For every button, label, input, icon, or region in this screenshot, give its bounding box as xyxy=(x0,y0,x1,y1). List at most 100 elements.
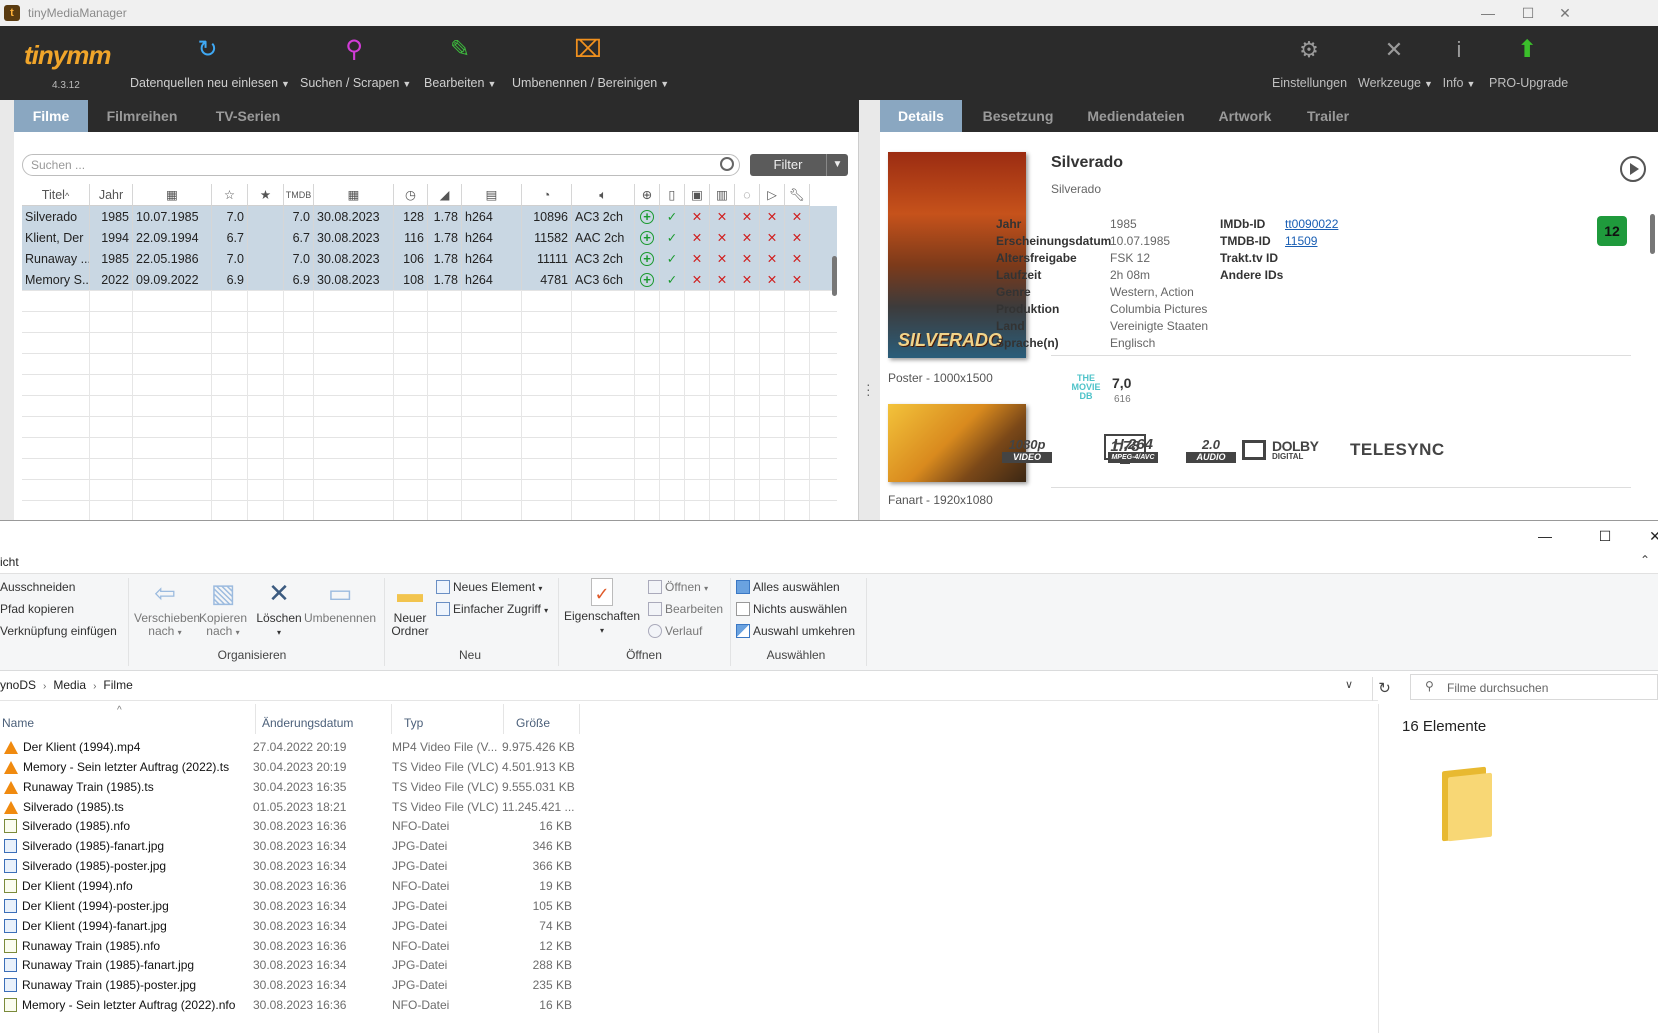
rename-button[interactable]: ▭ Umbenennen xyxy=(304,578,376,625)
column-year[interactable]: Jahr xyxy=(90,184,133,206)
ribbon-collapse-icon[interactable]: ⌃ xyxy=(1640,553,1650,567)
column-name[interactable]: Name xyxy=(0,704,256,734)
open-button[interactable]: Öffnen ▾ xyxy=(648,580,708,594)
cell-year xyxy=(90,479,133,501)
ribbon-tab-view[interactable]: icht xyxy=(0,555,19,569)
folder-search-input[interactable]: ⚲ Filme durchsuchen xyxy=(1410,674,1658,700)
tab-movies[interactable]: Filme xyxy=(14,100,88,140)
paste-shortcut-button[interactable]: Verknüpfung einfügen xyxy=(0,624,117,638)
tools-button[interactable]: ✕ Werkzeuge ▼ xyxy=(1358,34,1433,90)
column-aspect-ratio[interactable]: ◢ xyxy=(428,184,462,206)
close-button[interactable]: ✕ xyxy=(1555,3,1575,23)
movie-row[interactable]: Klient, Der 1994 22.09.1994 6.7 6.7 30.08.202… xyxy=(22,227,837,249)
breadcrumb-item[interactable]: Filme xyxy=(103,678,132,692)
column-watched[interactable]: ▷ xyxy=(760,184,785,206)
file-row[interactable]: Runaway Train (1985).nfo 30.08.2023 16:36… xyxy=(0,936,580,956)
minimize-button[interactable]: — xyxy=(1530,525,1560,547)
new-folder-button[interactable]: ▬ Neuer Ordner xyxy=(388,578,432,638)
maximize-button[interactable]: ☐ xyxy=(1590,525,1620,547)
movie-row[interactable]: Runaway ... 1985 22.05.1986 7.0 7.0 30.08.202… xyxy=(22,248,837,270)
file-row[interactable]: Silverado (1985)-fanart.jpg 30.08.2023 16… xyxy=(0,836,580,856)
column-nfo[interactable]: ▯ xyxy=(660,184,685,206)
id-link[interactable]: tt0090022 xyxy=(1285,217,1338,231)
tab-artwork[interactable]: Artwork xyxy=(1208,100,1282,132)
update-sources-button[interactable]: ↻ Datenquellen neu einlesen ▼ xyxy=(130,34,290,90)
copy-to-button[interactable]: ▧ Kopieren nach ▾ xyxy=(196,578,250,639)
address-bar[interactable]: ynoDS › Media › Filme ∨ xyxy=(0,671,1378,701)
column-new[interactable]: ⊕ xyxy=(635,184,660,206)
refresh-button[interactable]: ↻ xyxy=(1372,677,1396,701)
tab-movie-sets[interactable]: Filmreihen xyxy=(98,100,186,132)
play-button[interactable] xyxy=(1620,156,1646,182)
column-bitrate[interactable]: ◔ xyxy=(522,184,572,206)
column-rating[interactable]: ☆ xyxy=(212,184,248,206)
file-date: 30.08.2023 16:34 xyxy=(253,958,347,973)
breadcrumb-item[interactable]: Media xyxy=(53,678,86,692)
tab-media-files[interactable]: Mediendateien xyxy=(1076,100,1196,132)
column-release-date[interactable]: ▦ xyxy=(133,184,212,206)
movie-table-scrollbar[interactable] xyxy=(832,256,837,296)
file-row[interactable]: Memory - Sein letzter Auftrag (2022).nfo… xyxy=(0,995,580,1015)
properties-button[interactable]: ✓ Eigenschaften ▾ xyxy=(564,578,640,637)
pro-upgrade-button[interactable]: ⬆ PRO-Upgrade xyxy=(1489,34,1568,90)
close-button[interactable]: ✕ xyxy=(1640,525,1658,547)
cut-button[interactable]: Ausschneiden xyxy=(0,580,75,594)
tab-trailer[interactable]: Trailer xyxy=(1294,100,1362,132)
column-user-rating[interactable]: ★ xyxy=(248,184,284,206)
column-subtitles[interactable]: ◌ xyxy=(735,184,760,206)
tab-cast[interactable]: Besetzung xyxy=(974,100,1062,132)
details-scrollbar[interactable] xyxy=(1650,214,1655,254)
breadcrumb-item[interactable]: ynoDS xyxy=(0,678,36,692)
file-row[interactable]: Silverado (1985).ts 01.05.2023 18:21 TS Vi… xyxy=(0,797,580,817)
column-type[interactable]: Typ xyxy=(392,704,504,734)
file-row[interactable]: Der Klient (1994)-poster.jpg 30.08.2023 1… xyxy=(0,896,580,916)
filter-dropdown-button[interactable]: ▼ xyxy=(826,154,848,176)
address-dropdown-icon[interactable]: ∨ xyxy=(1345,678,1353,691)
delete-button[interactable]: ✕ Löschen ▾ xyxy=(256,578,302,639)
search-scrape-button[interactable]: ⚲ Suchen / Scrapen ▼ xyxy=(300,34,411,90)
minimize-button[interactable]: — xyxy=(1478,3,1498,23)
file-row[interactable]: Der Klient (1994)-fanart.jpg 30.08.2023 1… xyxy=(0,916,580,936)
select-none-button[interactable]: Nichts auswählen xyxy=(736,602,847,616)
select-all-button[interactable]: Alles auswählen xyxy=(736,580,840,594)
column-tmdb[interactable]: TMDB xyxy=(284,184,314,206)
maximize-button[interactable]: ☐ xyxy=(1518,3,1538,23)
file-row[interactable]: Runaway Train (1985).ts 30.04.2023 16:35 T… xyxy=(0,777,580,797)
column-size[interactable]: Größe xyxy=(504,704,580,734)
settings-button[interactable]: ⚙ Einstellungen xyxy=(1272,34,1347,90)
movie-row[interactable]: Memory S... 2022 09.09.2022 6.9 6.9 30.08.202… xyxy=(22,269,837,291)
easy-access-button[interactable]: Einfacher Zugriff ▾ xyxy=(436,602,548,616)
splitter-handle-icon[interactable]: · · · xyxy=(866,377,871,401)
id-link[interactable]: 11509 xyxy=(1285,234,1317,248)
column-title[interactable]: Titel^ xyxy=(22,184,90,206)
edit-file-button[interactable]: Bearbeiten xyxy=(648,602,723,616)
column-codec[interactable]: ▤ xyxy=(462,184,522,206)
info-button[interactable]: i Info ▼ xyxy=(1441,34,1477,90)
file-row[interactable]: Der Klient (1994).mp4 27.04.2022 20:19 MP4… xyxy=(0,737,580,757)
file-row[interactable]: Runaway Train (1985)-fanart.jpg 30.08.202… xyxy=(0,955,580,975)
column-modified[interactable]: Änderungsdatum xyxy=(256,704,392,734)
column-edit[interactable]: 🔧︎ xyxy=(785,184,810,206)
column-audio[interactable]: 🔈︎ xyxy=(572,184,635,206)
panel-splitter[interactable] xyxy=(860,100,880,520)
tab-tv-shows[interactable]: TV-Serien xyxy=(204,100,292,132)
column-runtime[interactable]: ◷ xyxy=(394,184,428,206)
move-to-button[interactable]: ⇦ Verschieben nach ▾ xyxy=(134,578,200,639)
movie-row[interactable]: Silverado 1985 10.07.1985 7.0 7.0 30.08.2023 1… xyxy=(22,206,837,228)
new-item-button[interactable]: Neues Element ▾ xyxy=(436,580,542,594)
column-images[interactable]: ▣ xyxy=(685,184,710,206)
rename-clean-button[interactable]: ⌧ Umbenennen / Bereinigen ▼ xyxy=(512,34,669,90)
column-trailer[interactable]: ▥ xyxy=(710,184,735,206)
column-date-added[interactable]: ▦ xyxy=(314,184,394,206)
movie-search-input[interactable]: Suchen ... xyxy=(22,154,740,176)
file-row[interactable]: Silverado (1985)-poster.jpg 30.08.2023 16… xyxy=(0,856,580,876)
invert-selection-button[interactable]: Auswahl umkehren xyxy=(736,624,855,638)
edit-button[interactable]: ✎ Bearbeiten ▼ xyxy=(424,34,496,90)
file-row[interactable]: Silverado (1985).nfo 30.08.2023 16:36 NFO-… xyxy=(0,816,580,836)
file-row[interactable]: Memory - Sein letzter Auftrag (2022).ts 3… xyxy=(0,757,580,777)
history-button[interactable]: Verlauf xyxy=(648,624,702,638)
tab-details[interactable]: Details xyxy=(880,100,962,140)
copy-path-button[interactable]: Pfad kopieren xyxy=(0,602,74,616)
file-row[interactable]: Runaway Train (1985)-poster.jpg 30.08.202… xyxy=(0,975,580,995)
file-row[interactable]: Der Klient (1994).nfo 30.08.2023 16:36 NFO… xyxy=(0,876,580,896)
